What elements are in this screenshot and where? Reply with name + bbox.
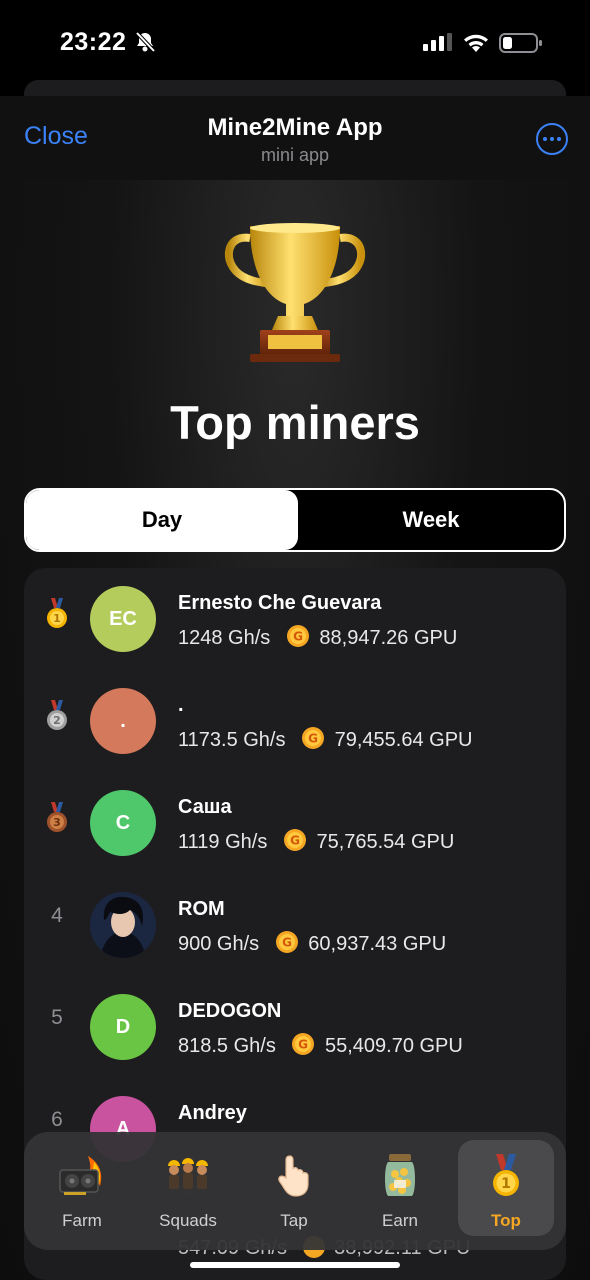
hashrate: 1173.5 Gh/s [178,729,286,751]
svg-text:1: 1 [501,1176,511,1192]
page-title: Top miners [170,396,420,449]
coin-icon: G [302,727,325,749]
mini-app-header: Close Mine2Mine App mini app [0,96,590,180]
leaderboard-row[interactable]: 3 C Саша 1119 Gh/s G 75,765.54 GPU [24,772,566,874]
player-stats: 1119 Gh/s G 75,765.54 GPU [178,828,454,854]
player-name: Andrey [178,1102,247,1124]
status-bar: 23:22 [0,0,590,82]
gpu-balance: 79,455.64 GPU [334,729,473,751]
svg-text:G: G [293,630,303,644]
silver-medal-icon: 2 [47,700,67,730]
hashrate: 1119 Gh/s [178,831,268,853]
avatar-photo [90,892,156,958]
svg-text:2: 2 [53,714,61,727]
tab-day[interactable]: Day [26,490,298,550]
rank-number: 4 [51,904,63,927]
gpu-balance: 55,409.70 GPU [324,1035,463,1057]
svg-text:G: G [290,834,300,848]
leaderboard-row[interactable]: 4 ROM 900 Gh/s G 60,937.43 GPU [24,874,566,976]
content-area: Top miners Day Week 1 EC Ernesto Che Gue… [0,180,590,1280]
tab-top[interactable]: 1 Top [458,1140,554,1236]
home-indicator[interactable] [190,1262,400,1268]
coin-jar-icon [385,1154,415,1196]
player-stats: 1248 Gh/s G 88,947.26 GPU [178,624,457,650]
leaderboard-row[interactable]: 5 D DEDOGON 818.5 Gh/s G 55,409.70 GPU [24,976,566,1078]
pointing-finger-icon [278,1155,309,1197]
hashrate: 818.5 Gh/s [178,1035,276,1057]
bronze-medal-icon: 3 [47,802,67,832]
player-name: DEDOGON [178,1000,282,1022]
wifi-icon [464,34,488,52]
coin-icon: G [286,625,309,647]
gpu-balance: 75,765.54 GPU [316,831,455,853]
player-stats: 1173.5 Gh/s G 79,455.64 GPU [178,726,472,752]
tab-label: Earn [382,1211,418,1230]
status-time: 23:22 [60,28,127,56]
tab-label: Top [491,1211,521,1230]
rank-number: 6 [51,1108,63,1131]
svg-text:G: G [308,732,318,746]
tab-label: Squads [159,1211,217,1230]
gpu-balance: 88,947.26 GPU [319,627,458,649]
tab-label: Tap [280,1211,308,1230]
player-stats: 818.5 Gh/s G 55,409.70 GPU [178,1032,463,1058]
trophy-icon [224,223,366,362]
svg-text:3: 3 [53,816,61,829]
app-subtitle: mini app [260,145,330,165]
svg-text:G: G [298,1038,308,1052]
bottom-tab-bar: Farm Squads Tap Earn 1 Top [24,1132,566,1250]
gold-medal-icon: 1 [493,1154,519,1196]
player-stats: 900 Gh/s G 60,937.43 GPU [178,930,446,956]
avatar: D [90,994,156,1060]
coin-icon: G [275,931,298,953]
more-options-button[interactable] [536,123,568,155]
battery-icon [499,33,542,53]
tab-label: Farm [62,1211,102,1230]
app-title: Mine2Mine App [207,114,383,141]
gpu-card-fire-icon [59,1156,102,1195]
svg-text:G: G [282,936,292,950]
svg-text:1: 1 [53,612,61,625]
rank-number: 5 [51,1006,63,1029]
avatar: EC [90,586,156,652]
tab-earn[interactable]: Earn [352,1140,448,1236]
gpu-balance: 60,937.43 GPU [308,933,447,955]
avatar: . [90,688,156,754]
coin-icon: G [283,829,306,851]
period-toggle: Day Week [24,488,566,552]
player-name: Ernesto Che Guevara [178,592,382,614]
tab-squads[interactable]: Squads [140,1140,236,1236]
miners-group-icon [168,1158,208,1197]
gold-medal-icon: 1 [47,598,67,628]
player-name: Саша [178,796,232,818]
tab-farm[interactable]: Farm [34,1140,130,1236]
tab-week[interactable]: Week [298,490,564,550]
player-name: ROM [178,898,225,920]
leaderboard-row[interactable]: 2 . . 1173.5 Gh/s G 79,455.64 GPU [24,670,566,772]
bell-muted-icon [135,31,156,53]
player-name: . [178,694,184,716]
avatar: C [90,790,156,856]
hashrate: 900 Gh/s [178,933,260,955]
cellular-signal-icon [423,33,452,51]
tab-tap[interactable]: Tap [246,1140,342,1236]
leaderboard-row[interactable]: 1 EC Ernesto Che Guevara 1248 Gh/s G 88,… [24,568,566,670]
hashrate: 1248 Gh/s [178,627,271,649]
coin-icon: G [292,1033,315,1055]
